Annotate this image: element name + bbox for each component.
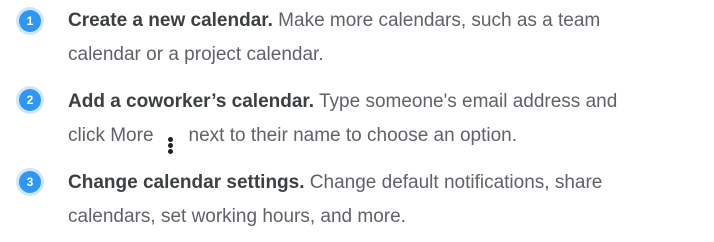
step-text-line2-after: next to their name to choose an option. [188,125,518,146]
more-vert-icon [167,137,173,154]
step-number-badge: 2 [19,89,41,111]
step-text-line2-before: click More [68,125,154,146]
step-text-line1: Make more calendars, such as a team [278,10,601,31]
step-description: Change calendar settings. Change default… [68,166,688,234]
step-title: Create a new calendar. [68,10,273,31]
step-text-line1: Change default notifications, share [309,172,603,193]
step-number-badge: 3 [19,171,41,193]
step-number-badge: 1 [19,10,41,32]
step-text-line1: Type someone's email address and [318,91,618,112]
steps-list: 1 Create a new calendar. Make more calen… [0,0,714,242]
step-title: Change calendar settings. [68,172,305,193]
step-description: Create a new calendar. Make more calenda… [68,4,688,72]
step-text-line2: calendars, set working hours, and more. [68,206,406,227]
step-text-line2: calendar or a project calendar. [68,44,324,65]
step-title: Add a coworker’s calendar. [68,91,315,112]
step-description: Add a coworker’s calendar. Type someone'… [68,85,688,154]
